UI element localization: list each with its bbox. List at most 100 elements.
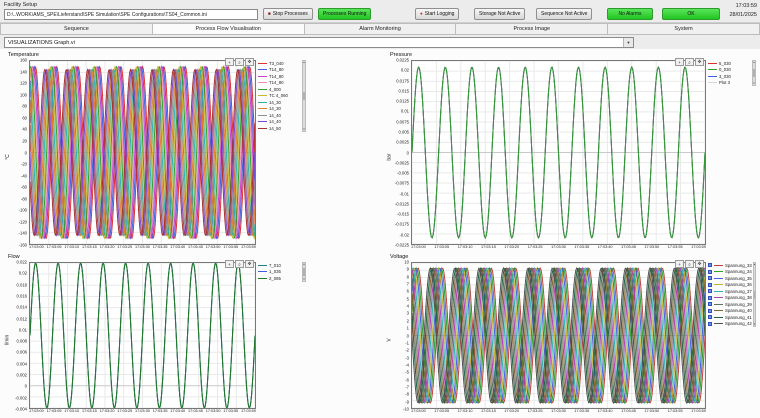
start-logging-button[interactable]: ● Start Logging [415, 8, 459, 20]
scroll-up-icon[interactable]: ▴ [754, 263, 756, 266]
ok-indicator[interactable]: OK [662, 8, 720, 20]
legend-scrollbar[interactable]: ▴▾ [302, 60, 306, 132]
visualization-dropdown[interactable]: VISUALIZATIONS Graph.vi ▼ [4, 37, 634, 48]
legend-checkbox[interactable] [708, 263, 712, 267]
legend-label: 14_50 [269, 126, 281, 131]
scroll-down-icon[interactable]: ▾ [754, 323, 756, 326]
processes-running-indicator[interactable]: Processes Running [318, 8, 371, 20]
legend-scrollbar[interactable]: ▴▾ [753, 262, 757, 327]
legend-swatch [258, 89, 267, 90]
hand-icon[interactable]: ✥ [245, 58, 254, 66]
x-tick-label: 17:03:05 [47, 245, 62, 249]
x-tick-label: 17:03:45 [188, 409, 203, 413]
y-tick-label: 80 [22, 104, 27, 109]
x-tick-label: 17:03:55 [223, 409, 238, 413]
legend-swatch [258, 69, 267, 70]
clock: 17:03:59 28/01/2025 [729, 2, 757, 20]
x-tick-label: 17:03:50 [206, 409, 221, 413]
crosshair-icon[interactable]: + [675, 260, 684, 268]
plot-area[interactable] [411, 60, 706, 245]
tab-system[interactable]: System [608, 23, 760, 35]
legend-label: T14_80 [269, 80, 284, 85]
x-tick-label: 17:03:50 [206, 245, 221, 249]
x-tick-label: 17:03:59 [241, 245, 256, 249]
legend-checkbox[interactable] [708, 270, 712, 274]
legend-label: Spannung_39 [725, 302, 752, 307]
legend-checkbox[interactable] [708, 289, 712, 293]
legend-item[interactable]: Spannung_42 [708, 321, 752, 328]
scroll-down-icon[interactable]: ▾ [303, 128, 305, 131]
legend-checkbox[interactable] [708, 276, 712, 280]
tab-alarm-monitoring-label: Alarm Monitoring [359, 26, 401, 32]
tab-process-flow-visualisation[interactable]: Process Flow Visualisation [153, 23, 305, 35]
tab-sequence[interactable]: Sequence [0, 23, 153, 35]
zoom-icon[interactable]: ⌕ [685, 58, 694, 66]
legend-checkbox[interactable] [708, 302, 712, 306]
x-axis: 17:03:0017:03:0517:03:1017:03:1517:03:20… [411, 409, 706, 418]
header-bar: Facility Setup ■ Stop Processes Processe… [0, 0, 760, 23]
scroll-up-icon[interactable]: ▴ [303, 263, 305, 266]
legend-swatch [258, 121, 267, 122]
chart-pressure: Pressurebar0.02250.020.01750.0150.01250.… [386, 52, 756, 254]
sequence-status-button[interactable]: Sequence Not Active [536, 8, 592, 20]
legend-swatch [714, 323, 723, 324]
hand-icon[interactable]: ✥ [245, 260, 254, 268]
y-tick-label: 0 [25, 384, 27, 389]
stop-processes-button[interactable]: ■ Stop Processes [263, 8, 313, 20]
y-tick-label: -0.02 [399, 232, 409, 237]
tab-process-image[interactable]: Process Image [456, 23, 608, 35]
record-icon: ● [420, 12, 423, 17]
clock-time: 17:03:59 [729, 2, 757, 11]
y-axis: 109876543210-1-2-3-4-5-6-7-8-9-10 [393, 262, 411, 409]
config-path-input[interactable] [4, 9, 258, 20]
storage-status-button[interactable]: Storage Not Active [474, 8, 525, 20]
zoom-icon[interactable]: ⌕ [685, 260, 694, 268]
crosshair-icon[interactable]: + [675, 58, 684, 66]
crosshair-icon[interactable]: + [225, 260, 234, 268]
zoom-icon[interactable]: ⌕ [235, 58, 244, 66]
legend-checkbox[interactable] [708, 322, 712, 326]
y-tick-label: 0 [407, 333, 409, 338]
y-tick-label: 0.022 [17, 260, 27, 265]
legend-checkbox[interactable] [708, 296, 712, 300]
legend-scrollbar[interactable]: ▴▾ [752, 60, 756, 86]
x-tick-label: 17:03:59 [241, 409, 256, 413]
hand-icon[interactable]: ✥ [695, 260, 704, 268]
no-alarms-indicator[interactable]: No Alarms [607, 8, 653, 20]
scroll-up-icon[interactable]: ▴ [753, 61, 755, 64]
y-tick-label: -6 [405, 377, 409, 382]
legend-item[interactable]: 2_085 [258, 275, 301, 282]
zoom-icon[interactable]: ⌕ [235, 260, 244, 268]
legend-scrollbar[interactable]: ▴▾ [302, 262, 306, 282]
y-axis: 0.02250.020.01750.0150.01250.010.00750.0… [393, 60, 411, 245]
scroll-thumb[interactable] [303, 92, 305, 100]
crosshair-icon[interactable]: + [225, 58, 234, 66]
legend-checkbox[interactable] [708, 309, 712, 313]
chevron-down-icon[interactable]: ▼ [623, 38, 633, 47]
plot-area[interactable] [29, 262, 256, 409]
y-tick-label: 0 [25, 150, 27, 155]
legend-checkbox[interactable] [708, 283, 712, 287]
y-tick-label: 0.0225 [396, 58, 409, 63]
x-tick-label: 17:03:59 [691, 245, 706, 249]
scroll-down-icon[interactable]: ▾ [303, 278, 305, 281]
legend-item[interactable]: Plot 3 [708, 80, 751, 87]
tab-alarm-monitoring[interactable]: Alarm Monitoring [305, 23, 457, 35]
x-tick-label: 17:03:40 [598, 245, 613, 249]
legend-item[interactable]: 14_50 [258, 125, 301, 132]
scroll-down-icon[interactable]: ▾ [753, 82, 755, 85]
plot-area[interactable] [411, 262, 706, 409]
scroll-thumb[interactable] [754, 291, 756, 299]
legend-checkbox[interactable] [708, 315, 712, 319]
plot-area[interactable] [29, 60, 256, 245]
ok-label: OK [687, 11, 694, 17]
x-tick-label: 17:03:00 [29, 245, 44, 249]
hand-icon[interactable]: ✥ [695, 58, 704, 66]
plot-region: 17:03:0017:03:0517:03:1017:03:1517:03:20… [411, 262, 706, 418]
y-tick-label: -8 [405, 392, 409, 397]
scroll-thumb[interactable] [753, 69, 755, 77]
legend-label: 14_30 [269, 106, 281, 111]
scroll-up-icon[interactable]: ▴ [303, 61, 305, 64]
scroll-thumb[interactable] [303, 268, 305, 276]
x-tick-label: 17:03:50 [644, 409, 659, 413]
